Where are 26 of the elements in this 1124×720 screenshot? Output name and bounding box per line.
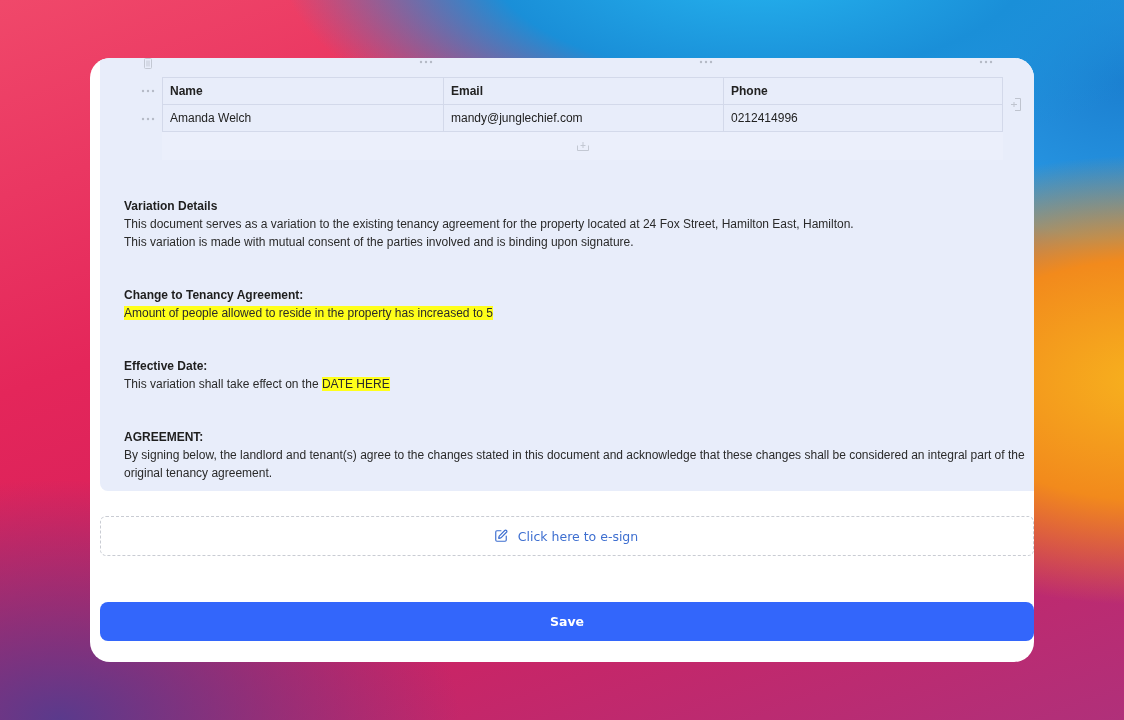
pencil-square-icon	[493, 529, 508, 543]
column-header: Email	[443, 77, 723, 105]
grip-icon[interactable]	[143, 58, 152, 69]
table-cell: 0212414996	[723, 105, 1003, 132]
section-heading: Change to Tenancy Agreement:	[124, 287, 305, 304]
column-handle-icon[interactable]	[979, 60, 993, 64]
paragraph: This document serves as a variation to the existing tenancy agreement for the property located at 24 Fox Street, Hamilton East, Hamilton.	[124, 216, 855, 233]
add-row-icon	[576, 141, 589, 151]
paragraph: This variation is made with mutual consent of the parties involved and is binding upon signature.	[124, 234, 635, 251]
save-button[interactable]: Save	[100, 602, 1034, 641]
paragraph: This variation shall take effect on the DATE HERE	[124, 376, 391, 393]
section-heading: Effective Date:	[124, 358, 209, 375]
column-header: Phone	[723, 77, 1003, 105]
add-column-icon[interactable]	[1011, 98, 1021, 111]
paragraph: By signing below, the landlord and tenant(s) agree to the changes stated in this document and acknowledge that these changes shall be considered an integral part of the original tenancy agreement.	[124, 447, 1026, 482]
section-heading: Variation Details	[124, 198, 219, 215]
table-cell: Amanda Welch	[162, 105, 443, 132]
column-header: Name	[162, 77, 443, 105]
column-handle-icon[interactable]	[419, 60, 433, 64]
table-cell: mandy@junglechief.com	[443, 105, 723, 132]
e-sign-button[interactable]: Click here to e-sign	[100, 516, 1034, 556]
column-handle-icon[interactable]	[699, 60, 713, 64]
row-handle-icon[interactable]	[140, 116, 155, 121]
section-heading: AGREEMENT:	[124, 429, 205, 446]
paragraph: Amount of people allowed to reside in the property has increased to 5	[124, 305, 494, 322]
row-handle-icon[interactable]	[140, 89, 155, 93]
